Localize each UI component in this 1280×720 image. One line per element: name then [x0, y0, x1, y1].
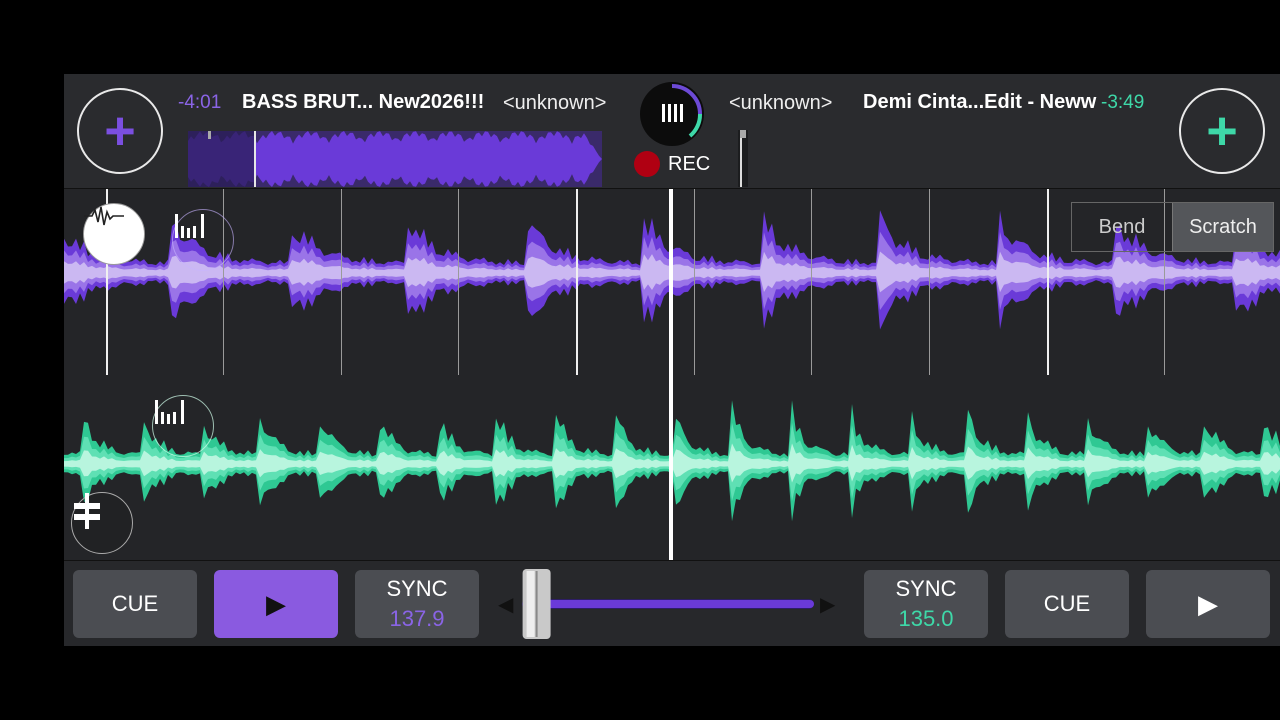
record-dot-icon: [634, 151, 660, 177]
left-sync-button[interactable]: SYNC 137.9: [355, 570, 479, 638]
waveform-icon[interactable]: [83, 203, 145, 265]
split-fader-icon[interactable]: [71, 492, 133, 554]
plus-icon: +: [104, 101, 136, 161]
right-cue-button[interactable]: CUE: [1005, 570, 1129, 638]
right-time-remaining: -3:49: [1101, 92, 1145, 113]
bend-mode-button[interactable]: Bend: [1072, 203, 1172, 251]
scratch-mode-button[interactable]: Scratch: [1172, 203, 1273, 251]
crossfader[interactable]: ◀ ▶: [498, 569, 842, 639]
mode-selector: Bend Scratch: [1071, 202, 1274, 252]
play-icon: ▶: [1198, 588, 1218, 619]
right-sync-label: SYNC: [895, 576, 957, 601]
right-play-button[interactable]: ▶: [1146, 570, 1270, 638]
left-track-artist: <unknown>: [503, 92, 607, 114]
record-button[interactable]: REC: [634, 150, 710, 178]
crossfader-left-arrow: ◀: [498, 592, 514, 616]
left-pad-equalizer-bars-icon[interactable]: [172, 209, 234, 271]
left-sync-label: SYNC: [386, 576, 448, 601]
header-bar: + -4:01 BASS BRUT... New2026!!! <unknown…: [64, 74, 1280, 189]
right-bpm: 135.0: [898, 606, 954, 631]
record-label: REC: [668, 152, 711, 175]
add-track-right-button[interactable]: +: [1179, 88, 1265, 174]
add-track-left-button[interactable]: +: [77, 88, 163, 174]
left-overview-waveform[interactable]: [188, 131, 602, 187]
left-cue-button[interactable]: CUE: [73, 570, 197, 638]
left-time-remaining: -4:01: [178, 92, 222, 113]
right-sync-button[interactable]: SYNC 135.0: [864, 570, 988, 638]
turntable-logo-icon[interactable]: [640, 82, 704, 146]
waveform-area[interactable]: Bend Scratch: [64, 189, 1280, 560]
plus-icon: +: [1206, 101, 1238, 161]
left-cue-label: CUE: [111, 591, 159, 616]
transport-controls: CUE ▶ SYNC 137.9 ◀ ▶ SYNC 135.0 CUE ▶: [64, 560, 1280, 646]
right-track-artist: <unknown>: [729, 92, 833, 114]
left-bpm: 137.9: [389, 606, 445, 631]
dj-app: + -4:01 BASS BRUT... New2026!!! <unknown…: [64, 74, 1280, 646]
right-cue-label: CUE: [1043, 591, 1091, 616]
left-track-title[interactable]: BASS BRUT... New2026!!!: [242, 91, 484, 114]
right-track-title[interactable]: Demi Cinta...Edit - Neww: [863, 91, 1096, 114]
crossfader-knob: [522, 569, 551, 639]
right-pad-equalizer-bars-icon[interactable]: [152, 395, 214, 457]
crossfader-right-arrow: ▶: [820, 592, 836, 616]
playhead: [669, 189, 673, 560]
left-play-button[interactable]: ▶: [214, 570, 338, 638]
play-icon: ▶: [266, 588, 286, 619]
right-overview-position[interactable]: [738, 130, 748, 187]
